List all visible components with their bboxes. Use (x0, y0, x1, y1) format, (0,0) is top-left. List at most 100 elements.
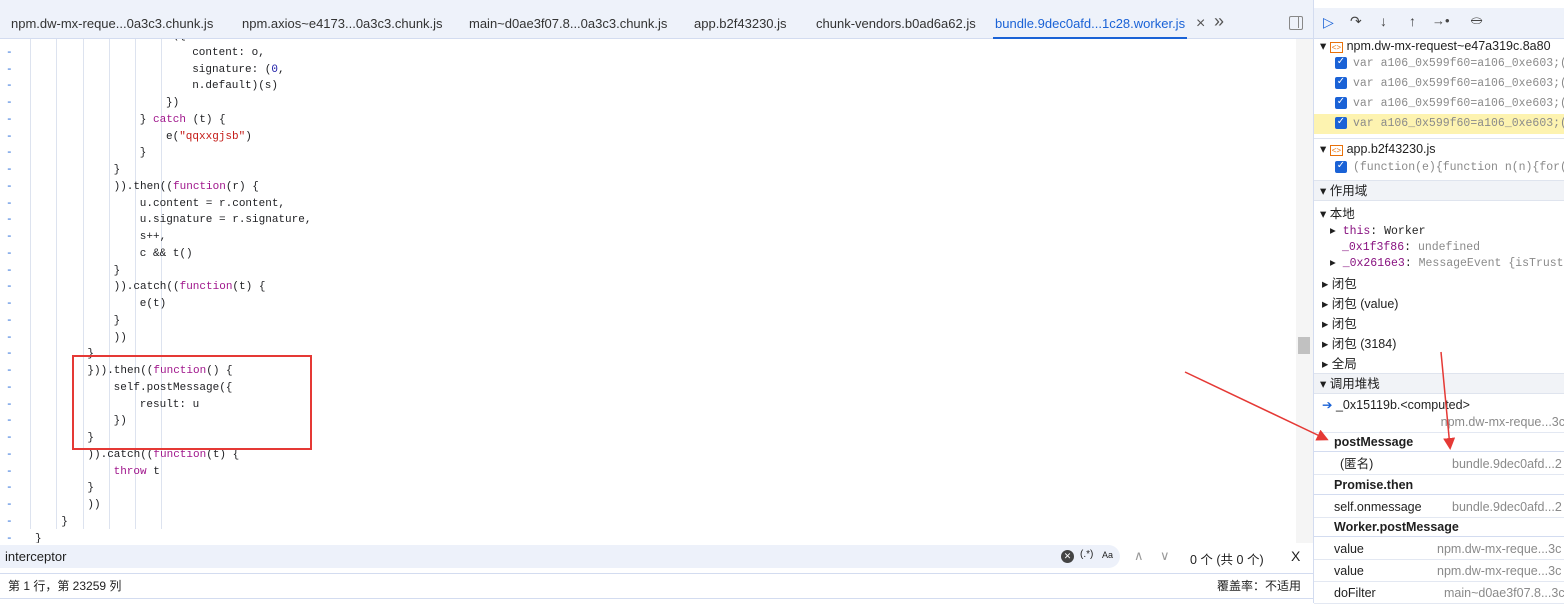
gutter-marker[interactable]: - (6, 62, 13, 79)
breakpoint-item[interactable]: ✓ var a106_0x599f60=a106_0xe603;(fu (1314, 74, 1564, 94)
gutter-marker[interactable]: - (6, 497, 13, 514)
gutter-marker[interactable]: - (6, 78, 13, 95)
gutter-marker[interactable]: - (6, 162, 13, 179)
match-case-toggle[interactable]: Aa (1102, 550, 1113, 560)
code-line: u.content = r.content, (140, 196, 285, 213)
gutter-marker[interactable]: - (6, 246, 13, 263)
cursor-position: 第 1 行，第 23259 列 (8, 579, 122, 593)
gutter-marker[interactable]: - (6, 330, 13, 347)
gutter-marker[interactable]: - (6, 229, 13, 246)
checkbox[interactable]: ✓ (1335, 116, 1347, 129)
breakpoint-item[interactable]: ✓ var a106_0x599f60=a106_0xe603;(fu (1314, 54, 1564, 74)
toggle-sidebar-icon[interactable] (1289, 16, 1303, 30)
clear-search-icon[interactable]: ✕ (1061, 550, 1074, 563)
gutter-marker[interactable]: - (6, 313, 13, 330)
breakpoint-item-active[interactable]: ✓ var a106_0x599f60=a106_0xe603;(fu (1314, 114, 1564, 134)
gutter-marker[interactable]: - (6, 129, 13, 146)
file-tab[interactable]: main~d0ae3f07.8...0a3c3.chunk.js (469, 8, 667, 39)
callstack-frame[interactable]: doFilter main~d0ae3f07.8...3c (1314, 582, 1564, 604)
gutter-marker[interactable]: - (6, 531, 13, 544)
file-tab[interactable]: chunk-vendors.b0ad6a62.js (816, 8, 976, 39)
code-editor[interactable]: - e({- content: o, - signature: (0, - n.defaul… (0, 39, 1296, 543)
code-line: c && t() (140, 246, 193, 263)
gutter-marker[interactable]: - (6, 430, 13, 447)
code-token: } (139, 147, 147, 160)
file-tab-active[interactable]: bundle.9dec0afd...1c28.worker.js (993, 8, 1188, 39)
deactivate-breakpoints-icon[interactable]: ⬭ (1471, 13, 1482, 29)
gutter-marker[interactable]: - (6, 212, 13, 229)
code-token: )) (87, 499, 101, 511)
gutter-marker[interactable]: - (6, 179, 13, 196)
gutter-marker[interactable]: - (6, 363, 13, 380)
step-over-icon[interactable]: ↷ (1350, 13, 1362, 30)
code-token: } (61, 515, 68, 528)
code-token-kw: throw (113, 465, 147, 478)
scope-section-header[interactable]: ▾ 作用域 (1314, 180, 1564, 201)
code-token: (r) { (225, 180, 259, 193)
indent-guide (83, 39, 84, 529)
breakpoint-item[interactable]: ✓ (function(e){function n(n){for(va (1314, 158, 1564, 178)
gutter-marker[interactable]: - (6, 380, 13, 397)
code-line: s++, (140, 229, 166, 246)
coverage-status: 覆盖率：不适用 (1216, 579, 1301, 593)
gutter-marker[interactable]: - (6, 95, 13, 112)
step-icon[interactable]: →• (1432, 13, 1450, 28)
code-token: )).catch(( (113, 281, 180, 294)
gutter-marker[interactable]: - (6, 196, 13, 213)
scope-global[interactable]: ▸ 全局 (1314, 354, 1564, 374)
callstack-frame[interactable]: self.onmessage bundle.9dec0afd...2 (1314, 496, 1564, 518)
gutter-marker[interactable]: - (6, 447, 13, 464)
regex-toggle[interactable]: (.*) (1080, 549, 1093, 560)
file-tab[interactable]: npm.axios~e4173...0a3c3.chunk.js (242, 8, 443, 39)
resume-icon[interactable]: ▷ (1323, 14, 1334, 31)
scope-closure[interactable]: ▸ 闭包 (value) (1314, 294, 1564, 314)
gutter-marker[interactable]: - (6, 397, 13, 414)
scope-local[interactable]: ▾ 本地 (1314, 206, 1564, 223)
close-tab-icon[interactable]: × (1196, 8, 1205, 39)
editor-scrollbar[interactable] (1296, 39, 1313, 543)
file-icon: <> (1329, 145, 1344, 156)
breakpoint-file-group[interactable]: ▾ <> app.b2f43230.js (1314, 138, 1564, 158)
scope-var[interactable]: ▸ _0x2616e3: MessageEvent {isTrusted (1314, 256, 1564, 272)
gutter-marker[interactable]: - (6, 296, 13, 313)
gutter-marker[interactable]: - (6, 346, 13, 363)
gutter-marker[interactable]: - (6, 263, 13, 280)
scope-var[interactable]: ▸ this: Worker (1314, 224, 1564, 240)
gutter-marker[interactable]: - (6, 45, 13, 62)
scope-closure[interactable]: ▸ 闭包 (1314, 274, 1564, 294)
callstack-frame[interactable]: (匿名) bundle.9dec0afd...2 (1314, 453, 1564, 475)
breakpoint-item[interactable]: ✓ var a106_0x599f60=a106_0xe603;(fu (1314, 94, 1564, 114)
checkbox[interactable]: ✓ (1335, 160, 1347, 173)
gutter-marker[interactable]: - (6, 279, 13, 296)
step-out-icon[interactable]: ↑ (1409, 13, 1416, 29)
file-tab[interactable]: app.b2f43230.js (694, 8, 787, 39)
callstack-frame[interactable]: value npm.dw-mx-reque...3c (1314, 560, 1564, 582)
gutter-marker[interactable]: - (6, 480, 13, 497)
previous-match-button[interactable]: ∧ (1134, 548, 1144, 564)
more-tabs-icon[interactable]: » (1214, 6, 1224, 37)
checkbox[interactable]: ✓ (1335, 56, 1347, 69)
callstack-frame-current[interactable]: ➔ _0x15119b.<computed> npm.dw-mx-reque..… (1314, 396, 1564, 433)
gutter-marker[interactable]: - (6, 413, 13, 430)
file-tab[interactable]: npm.dw-mx-reque...0a3c3.chunk.js (11, 8, 213, 39)
gutter-marker[interactable]: - (6, 464, 13, 481)
search-input[interactable]: interceptor (0, 545, 1120, 568)
code-token: u.signature = r.signature, (139, 214, 312, 227)
scope-closure[interactable]: ▸ 闭包 (1314, 314, 1564, 334)
checkbox[interactable]: ✓ (1335, 96, 1347, 109)
scope-closure[interactable]: ▸ 闭包 (3184) (1314, 334, 1564, 354)
step-into-icon[interactable]: ↓ (1380, 13, 1387, 29)
code-token: content: o, (192, 46, 265, 59)
gutter-marker[interactable]: - (6, 514, 13, 531)
code-line: } (114, 162, 121, 179)
gutter-marker[interactable]: - (6, 145, 13, 162)
checkbox[interactable]: ✓ (1335, 76, 1347, 89)
callstack-frame[interactable]: value npm.dw-mx-reque...3c (1314, 538, 1564, 560)
gutter-marker[interactable]: - (6, 112, 13, 129)
scrollbar-thumb[interactable] (1298, 337, 1310, 354)
close-search-button[interactable]: X (1291, 548, 1300, 564)
callstack-section-header[interactable]: ▾ 调用堆栈 (1314, 373, 1564, 394)
next-match-button[interactable]: ∨ (1160, 548, 1170, 564)
code-line: u.signature = r.signature, (140, 212, 312, 229)
code-token-kw: function (179, 281, 233, 294)
